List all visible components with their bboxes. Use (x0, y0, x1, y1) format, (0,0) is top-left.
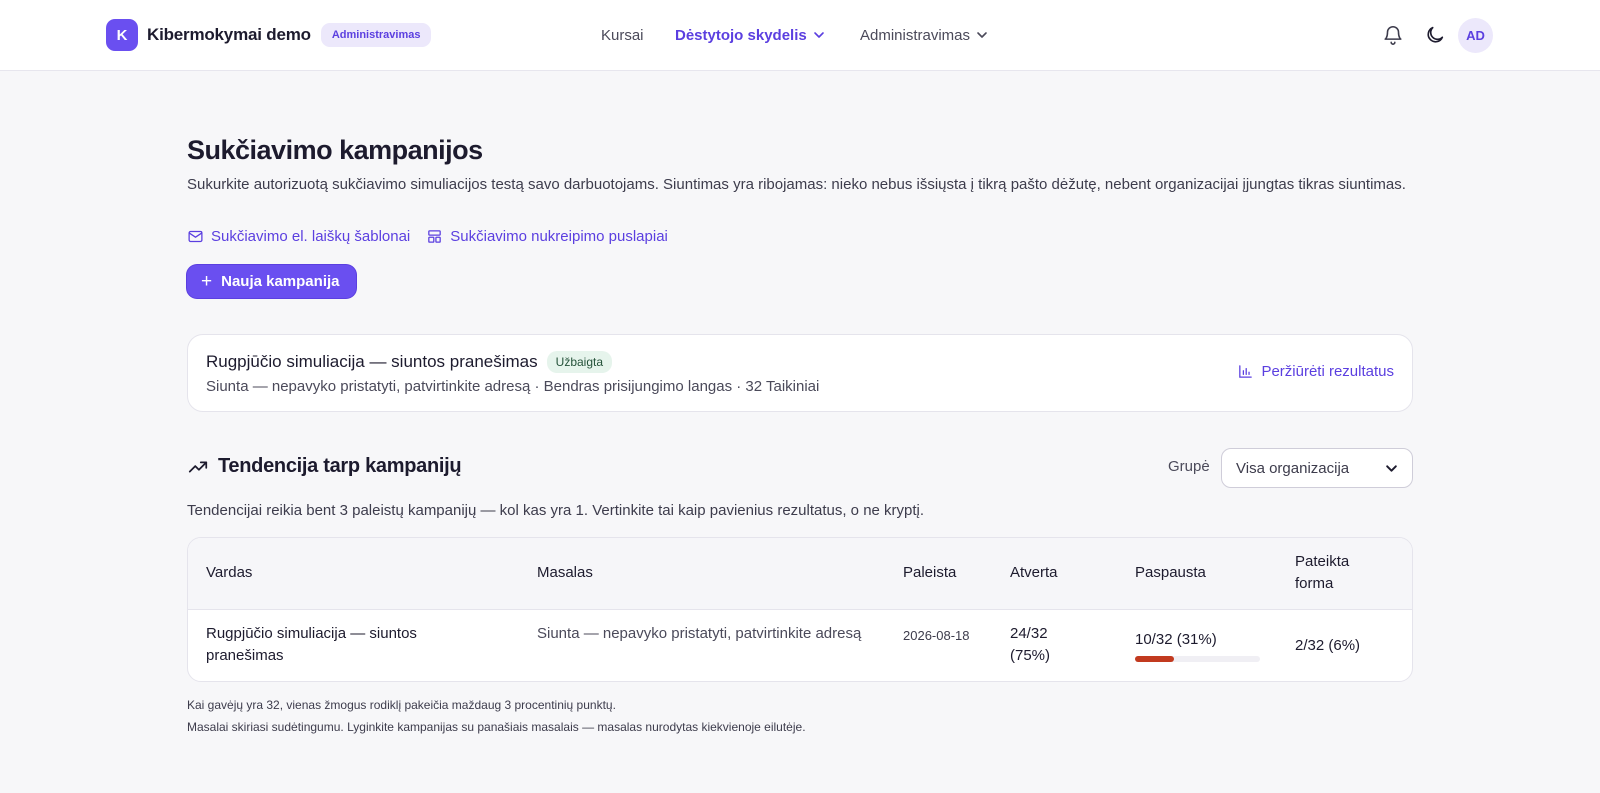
cell-launched: 2026-08-18 (903, 628, 970, 643)
cell-clicked: 10/32 (31%) (1135, 631, 1217, 648)
user-avatar[interactable]: AD (1458, 18, 1493, 53)
mail-icon (188, 230, 203, 243)
column-header-submitted: Pateikta forma (1295, 553, 1350, 592)
top-navbar: K Kibermokymai demo Administravimas Kurs… (0, 0, 1600, 71)
column-header-launched: Paleista (903, 564, 957, 581)
notifications-button[interactable] (1375, 17, 1411, 53)
footnote-sample-size: Kai gavėjų yra 32, vienas žmogus rodiklį… (187, 698, 616, 712)
cell-opened: 24/32 (75%) (1010, 625, 1051, 664)
landing-pages-link-label: Sukčiavimo nukreipimo puslapiai (450, 228, 668, 245)
nav-courses-label: Kursai (601, 26, 644, 44)
campaigns-table: Vardas Masalas Paleista Atverta Paspaust… (187, 537, 1413, 682)
column-header-opened: Atverta (1010, 564, 1058, 581)
bell-icon (1384, 26, 1402, 45)
new-campaign-label: Nauja kampanija (221, 273, 340, 290)
trend-section-title: Tendencija tarp kampanijų (187, 455, 462, 478)
brand-name: Kibermokymai demo (147, 25, 311, 44)
campaign-card: Rugpjūčio simuliacija — siuntos pranešim… (187, 334, 1413, 412)
nav-courses[interactable]: Kursai (601, 0, 644, 70)
nav-teacher-dashboard[interactable]: Dėstytojo skydelis (675, 0, 825, 70)
column-header-lure: Masalas (537, 564, 593, 581)
role-badge: Administravimas (320, 23, 432, 47)
nav-teacher-label: Dėstytojo skydelis (675, 26, 807, 44)
page-title: Sukčiavimo kampanijos (187, 135, 483, 165)
trend-note: Tendencijai reikia bent 3 paleistų kampa… (187, 502, 925, 519)
column-header-name: Vardas (206, 564, 253, 581)
chevron-down-icon (977, 32, 987, 38)
group-select[interactable]: Visa organizacija (1221, 448, 1413, 488)
campaign-title-row: Rugpjūčio simuliacija — siuntos pranešim… (206, 351, 613, 373)
cell-name: Rugpjūčio simuliacija — siuntos pranešim… (206, 625, 417, 664)
plus-icon: + (201, 271, 213, 292)
landing-pages-link[interactable]: Sukčiavimo nukreipimo puslapiai (426, 228, 668, 245)
moon-icon (1427, 26, 1444, 43)
table-header: Vardas Masalas Paleista Atverta Paspaust… (188, 538, 1412, 610)
footnote-lure-difficulty: Masalai skiriasi sudėtingumu. Lyginkite … (187, 720, 806, 734)
layout-icon (428, 230, 442, 243)
nav-administration[interactable]: Administravimas (860, 0, 988, 70)
cell-submitted: 2/32 (6%) (1295, 637, 1361, 654)
new-campaign-button[interactable]: + Nauja kampanija (187, 265, 356, 298)
group-label: Grupė (1168, 458, 1210, 475)
chevron-down-icon (1386, 464, 1397, 472)
view-results-label: Peržiūrėti rezultatus (1261, 363, 1394, 380)
chevron-down-icon (813, 32, 824, 38)
clicked-progress-bar (1135, 656, 1260, 662)
page-description: Sukurkite autorizuotą sukčiavimo simulia… (187, 176, 1406, 193)
bar-chart-icon (1239, 365, 1253, 378)
campaign-subtitle: Siunta — nepavyko pristatyti, patvirtink… (206, 378, 820, 395)
status-badge: Užbaigta (546, 351, 613, 373)
theme-toggle-button[interactable] (1417, 17, 1453, 53)
cell-lure: Siunta — nepavyko pristatyti, patvirtink… (537, 625, 862, 642)
templates-link[interactable]: Sukčiavimo el. laiškų šablonai (187, 228, 410, 245)
column-header-clicked: Paspausta (1135, 564, 1206, 581)
clicked-progress-fill (1135, 656, 1174, 662)
trending-up-icon (188, 461, 208, 472)
nav-admin-label: Administravimas (860, 26, 971, 44)
brand[interactable]: K Kibermokymai demo Administravimas (106, 19, 432, 51)
group-select-value: Visa organizacija (1236, 459, 1350, 477)
brand-logo: K (106, 19, 138, 51)
templates-link-label: Sukčiavimo el. laiškų šablonai (211, 228, 411, 245)
trend-title: Tendencija tarp kampanijų (218, 455, 462, 477)
view-results-link[interactable]: Peržiūrėti rezultatus (1237, 363, 1394, 380)
campaign-title: Rugpjūčio simuliacija — siuntos pranešim… (206, 352, 538, 371)
quick-links: Sukčiavimo el. laiškų šablonai Sukčiavim… (187, 228, 684, 245)
